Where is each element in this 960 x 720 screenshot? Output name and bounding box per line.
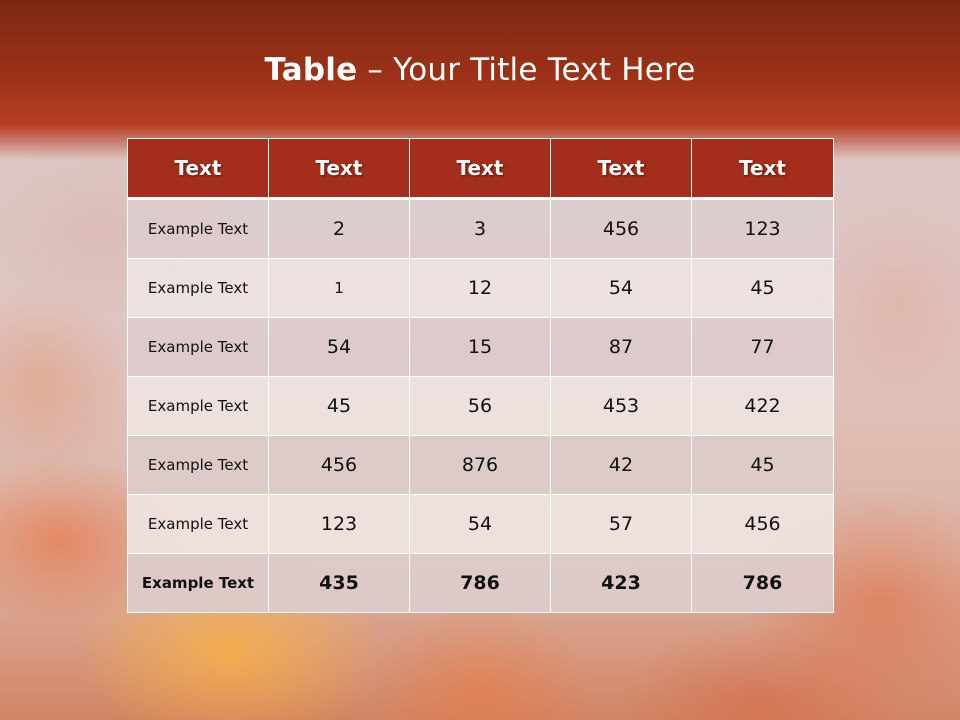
table-cell: 1: [268, 258, 410, 318]
title-text: Your Title Text Here: [393, 52, 696, 88]
table-cell: 87: [550, 317, 692, 377]
table-row: Example Text 456 876 42 45: [127, 435, 834, 495]
slide: Table – Your Title Text Here Text Text T…: [0, 0, 960, 720]
header-cell: Text: [127, 138, 269, 200]
total-cell: 423: [550, 553, 692, 613]
row-label: Example Text: [127, 317, 269, 377]
table-cell: 54: [550, 258, 692, 318]
row-label: Example Text: [127, 376, 269, 436]
table-cell: 422: [691, 376, 834, 436]
title-bold-part: Table: [264, 52, 358, 88]
row-label: Example Text: [127, 198, 269, 259]
table-cell: 456: [268, 435, 410, 495]
table-cell: 876: [409, 435, 551, 495]
total-cell: 786: [691, 553, 834, 613]
total-row-label: Example Text: [127, 553, 269, 613]
table-cell: 453: [550, 376, 692, 436]
table-header-row: Text Text Text Text Text: [127, 138, 834, 200]
row-label: Example Text: [127, 258, 269, 318]
table-cell: 57: [550, 494, 692, 554]
data-table: Text Text Text Text Text Example Text 2 …: [127, 138, 834, 613]
title-dash: –: [357, 52, 394, 88]
row-label: Example Text: [127, 494, 269, 554]
table-cell: 123: [691, 198, 834, 259]
table-cell: 456: [691, 494, 834, 554]
table-cell: 54: [268, 317, 410, 377]
table-row: Example Text 1 12 54 45: [127, 258, 834, 318]
table-cell: 56: [409, 376, 551, 436]
table-cell: 456: [550, 198, 692, 259]
total-cell: 786: [409, 553, 551, 613]
table-row: Example Text 45 56 453 422: [127, 376, 834, 436]
table-row: Example Text 2 3 456 123: [127, 198, 834, 259]
table-cell: 77: [691, 317, 834, 377]
table-cell: 54: [409, 494, 551, 554]
table-cell: 123: [268, 494, 410, 554]
table-total-row: Example Text 435 786 423 786: [127, 553, 834, 613]
table-cell: 12: [409, 258, 551, 318]
total-cell: 435: [268, 553, 410, 613]
table-cell: 15: [409, 317, 551, 377]
row-label: Example Text: [127, 435, 269, 495]
table-cell: 45: [691, 258, 834, 318]
table-cell: 3: [409, 198, 551, 259]
table-cell: 2: [268, 198, 410, 259]
table-cell: 45: [268, 376, 410, 436]
header-cell: Text: [691, 138, 834, 200]
table-cell: 42: [550, 435, 692, 495]
header-cell: Text: [550, 138, 692, 200]
header-cell: Text: [268, 138, 410, 200]
table-row: Example Text 54 15 87 77: [127, 317, 834, 377]
table-row: Example Text 123 54 57 456: [127, 494, 834, 554]
header-cell: Text: [409, 138, 551, 200]
slide-title: Table – Your Title Text Here: [0, 52, 960, 88]
table-cell: 45: [691, 435, 834, 495]
